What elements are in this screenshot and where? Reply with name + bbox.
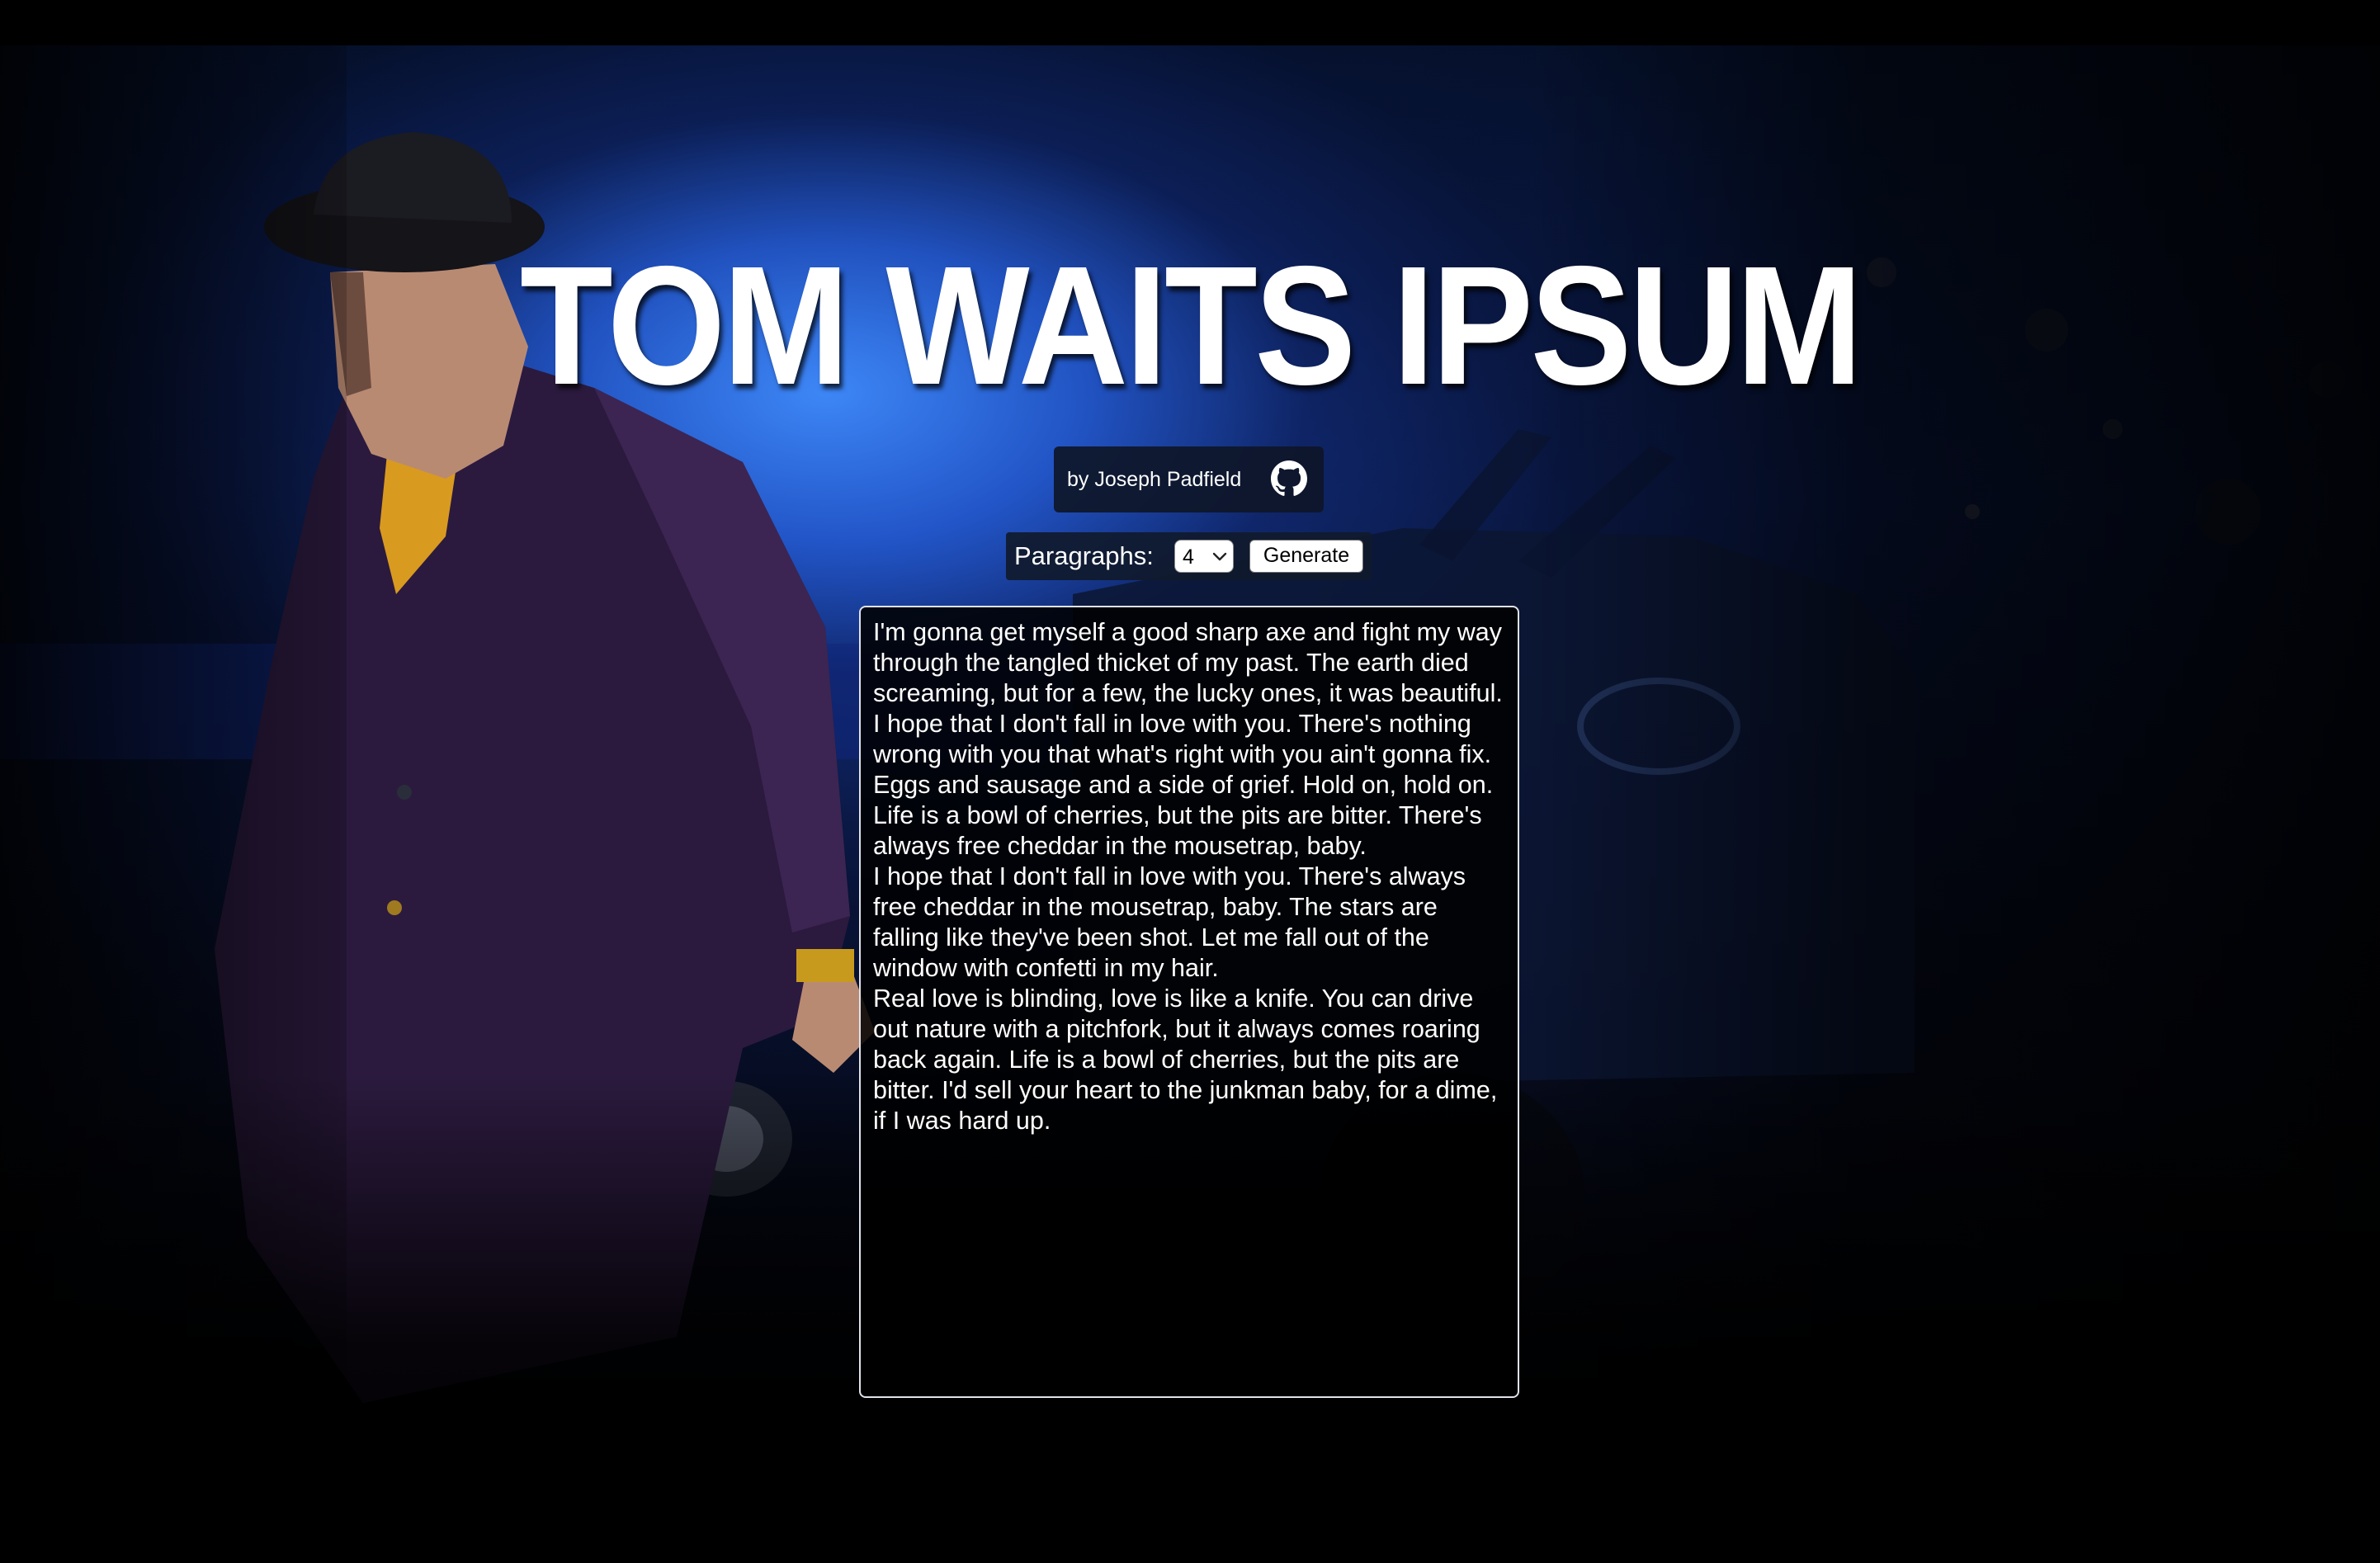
ipsum-output[interactable]: I'm gonna get myself a good sharp axe an… — [859, 606, 1519, 1398]
generate-button[interactable]: Generate — [1249, 540, 1363, 573]
ipsum-paragraph: I hope that I don't fall in love with yo… — [873, 862, 1466, 982]
page-title: TOM WAITS IPSUM — [519, 231, 1863, 420]
author-badge: by Joseph Padfield — [1054, 446, 1324, 512]
ipsum-paragraph: Real love is blinding, love is like a kn… — [873, 985, 1498, 1135]
github-icon — [1271, 460, 1307, 496]
ipsum-paragraph: Eggs and sausage and a side of grief. Ho… — [873, 771, 1494, 860]
paragraphs-label: Paragraphs: — [1014, 541, 1154, 570]
paragraph-controls: Paragraphs: 4 Generate — [1006, 532, 1372, 580]
chevron-down-icon — [1212, 552, 1227, 561]
author-byline: by Joseph Padfield — [1067, 467, 1242, 491]
ipsum-paragraph: I'm gonna get myself a good sharp axe an… — [873, 618, 1503, 768]
page: TOM WAITS IPSUM by Joseph Padfield Parag… — [0, 0, 2380, 1563]
github-link[interactable] — [1271, 460, 1307, 497]
paragraph-count-select[interactable]: 4 — [1174, 540, 1234, 573]
paragraph-count-value: 4 — [1183, 545, 1194, 569]
